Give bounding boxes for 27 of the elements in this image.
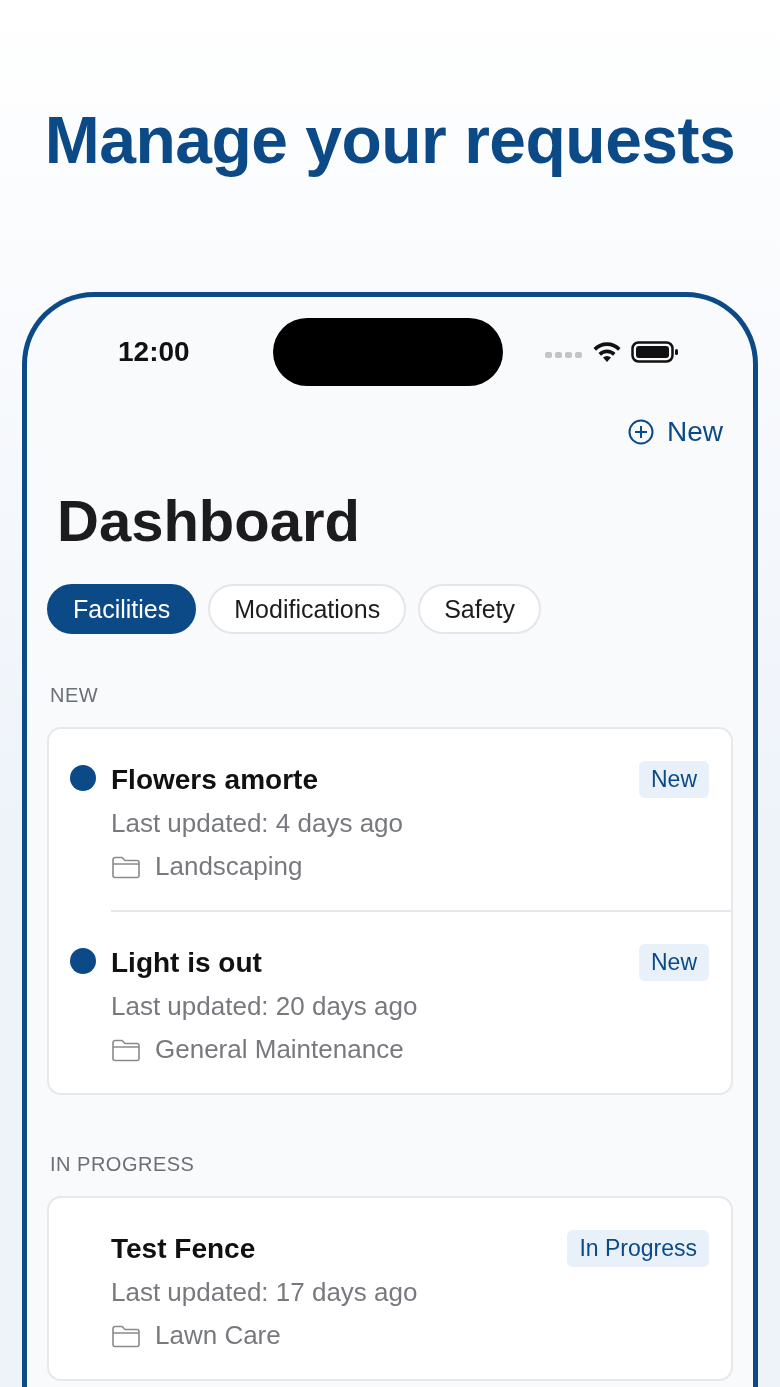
status-badge: New xyxy=(639,761,709,798)
category-label: Lawn Care xyxy=(155,1320,281,1351)
signal-icon xyxy=(544,351,583,359)
status-badge: New xyxy=(639,944,709,981)
status-badge: In Progress xyxy=(567,1230,709,1267)
filter-chip[interactable]: Safety xyxy=(418,584,542,634)
filter-chip[interactable]: Modifications xyxy=(208,584,407,634)
plus-circle-icon xyxy=(627,418,655,446)
last-updated: Last updated: 4 days ago xyxy=(111,808,404,839)
folder-icon xyxy=(111,1037,141,1062)
new-button[interactable]: New xyxy=(627,416,723,448)
category-label: Landscaping xyxy=(155,851,303,882)
headline: Manage your requests xyxy=(44,102,736,179)
section-heading: IN PROGRESS xyxy=(50,1153,196,1176)
request-title[interactable]: Light is out xyxy=(111,946,262,979)
last-updated: Last updated: 17 days ago xyxy=(111,1277,419,1308)
battery-icon xyxy=(630,340,679,364)
filter-chip[interactable]: Facilities xyxy=(47,584,197,634)
last-updated: Last updated: 20 days ago xyxy=(111,991,419,1022)
folder-icon xyxy=(111,854,141,879)
page-title: Dashboard xyxy=(57,487,361,555)
request-title[interactable]: Flowers amorte xyxy=(111,763,318,796)
status-time: 12:00 xyxy=(118,336,190,368)
section-heading: NEW xyxy=(50,684,100,707)
folder-icon xyxy=(111,1323,141,1348)
request-title[interactable]: Test Fence xyxy=(111,1232,256,1265)
category-label: General Maintenance xyxy=(155,1034,404,1065)
